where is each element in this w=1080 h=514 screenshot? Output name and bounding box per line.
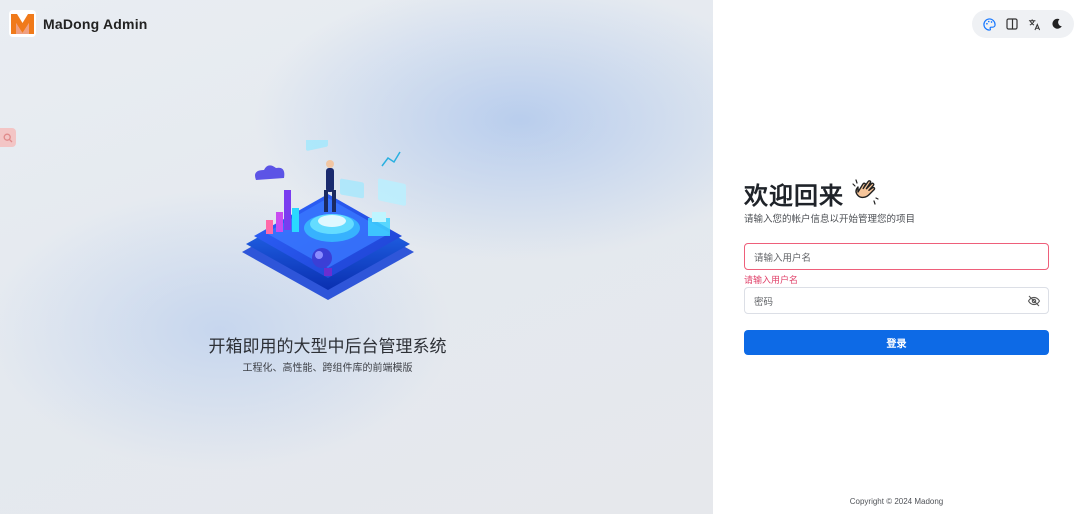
preferences-toolbar [972, 10, 1074, 38]
hero-panel: MaDong Admin 开箱即用的大型中后台管理系统 工程化、高性能、跨组件库… [0, 0, 713, 514]
madong-logo-icon [9, 10, 36, 37]
search-icon [3, 133, 13, 142]
brand[interactable]: MaDong Admin [9, 10, 148, 37]
login-button[interactable]: 登录 [744, 330, 1049, 355]
clapping-hands-icon [852, 178, 880, 210]
password-placeholder: 密码 [754, 296, 774, 308]
username-error-message: 请输入用户名 [744, 275, 799, 285]
password-field[interactable]: 密码 [744, 287, 1049, 314]
hero-sub-slogan: 工程化、高性能、跨组件库的前端模版 [242, 363, 413, 374]
dark-mode-button[interactable] [1049, 16, 1065, 32]
language-button[interactable] [1026, 16, 1042, 32]
welcome-subtitle: 请输入您的帐户信息以开始管理您的项目 [744, 214, 916, 225]
eye-off-icon[interactable] [1027, 294, 1041, 308]
login-panel: 欢迎回来 请输入您的帐户信息以开始管理您的项目 请输入用户名 请输入用户名 密码… [713, 0, 1080, 514]
palette-icon [983, 17, 996, 31]
hero-slogan: 开箱即用的大型中后台管理系统 [208, 337, 447, 356]
welcome-heading: 欢迎回来 [744, 176, 880, 211]
layout-button[interactable] [1004, 16, 1020, 32]
copyright-text: Copyright © 2024 Madong [849, 497, 944, 506]
brand-name: MaDong Admin [43, 15, 148, 32]
theme-color-button[interactable] [981, 16, 997, 32]
side-search-tab[interactable] [0, 128, 16, 147]
translate-icon [1028, 18, 1040, 30]
dashboard-illustration [242, 140, 414, 300]
username-placeholder: 请输入用户名 [754, 252, 812, 264]
moon-icon [1052, 18, 1062, 29]
layout-icon [1006, 18, 1018, 30]
username-field[interactable]: 请输入用户名 [744, 243, 1049, 270]
welcome-title: 欢迎回来 [744, 183, 844, 210]
